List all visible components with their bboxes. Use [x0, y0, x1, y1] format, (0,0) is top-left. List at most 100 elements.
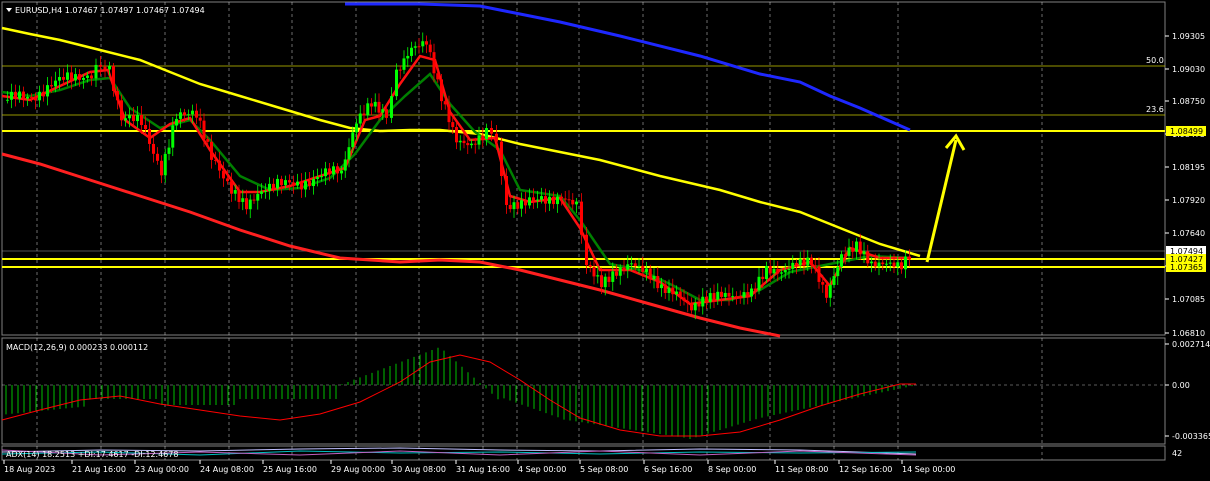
candlestick [413, 41, 417, 56]
candle-body [191, 110, 194, 115]
candle-body [116, 90, 119, 101]
candlestick [148, 120, 151, 152]
time-tick-label: 29 Aug 00:00 [331, 465, 385, 474]
moving-averages [1, 2, 921, 338]
candle-body [320, 176, 323, 178]
chart-window[interactable]: EURUSD,H4 1.07467 1.07497 1.07467 1.0749… [0, 0, 1210, 481]
candlestick [280, 175, 283, 194]
candle-body [567, 199, 571, 201]
candle-body [108, 66, 111, 70]
candle-body [798, 258, 802, 266]
price-tick-label: 1.07920 [1172, 196, 1205, 205]
candlestick [312, 170, 315, 195]
candle-body [451, 122, 455, 128]
candlestick [175, 113, 178, 131]
candle-body [641, 265, 645, 272]
candlestick [520, 192, 523, 217]
candle-body [667, 287, 671, 293]
candle-body [652, 276, 656, 280]
candle-body [54, 80, 57, 87]
candle-body [308, 180, 311, 187]
candle-body [900, 262, 903, 270]
candle-body [230, 181, 233, 194]
candle-body [112, 66, 115, 91]
candle-body [477, 135, 481, 145]
dropdown-icon[interactable] [6, 8, 12, 12]
candlestick [252, 193, 256, 204]
candlestick [245, 189, 248, 215]
candlestick [508, 195, 512, 213]
candle-body [18, 91, 21, 99]
candle-body [532, 197, 535, 201]
candle-body [351, 132, 355, 148]
candle-body [152, 143, 155, 154]
adx-tick-label: 42 [1172, 449, 1182, 458]
time-tick-label: 25 Aug 16:00 [263, 465, 317, 474]
price-tick-label: 1.07085 [1172, 295, 1205, 304]
candlestick [366, 97, 370, 120]
candle-body [34, 97, 37, 101]
candle-body [120, 100, 123, 121]
candle-body [90, 75, 93, 79]
candle-body [481, 135, 485, 140]
candlestick [152, 136, 155, 163]
candle-body [252, 199, 256, 201]
candle-body [742, 292, 746, 298]
candlestick [637, 258, 641, 274]
candle-body [866, 251, 870, 264]
candlestick [18, 85, 21, 103]
candlestick [592, 260, 596, 285]
candlestick [398, 65, 402, 79]
candle-body [678, 291, 682, 298]
candle-body [300, 181, 303, 190]
candlestick [292, 175, 295, 194]
candle-body [585, 234, 588, 266]
candle-body [417, 46, 421, 48]
candlestick [825, 281, 828, 303]
candlestick [358, 105, 362, 128]
candle-body [443, 101, 447, 105]
candle-body [46, 85, 49, 97]
candlestick [810, 254, 813, 274]
candlestick [99, 55, 102, 76]
candle-body [731, 296, 735, 298]
candle-body [458, 140, 462, 143]
candle-body [615, 271, 618, 276]
candle-body [855, 241, 858, 252]
candle-body [260, 191, 263, 194]
macd-tick-label: -0.003365 [1172, 432, 1210, 441]
candle-body [528, 197, 531, 206]
candle-body [505, 176, 508, 205]
candle-body [284, 180, 287, 186]
candlestick [46, 77, 49, 106]
candlestick [571, 193, 575, 210]
candlestick [417, 37, 421, 54]
candle-body [645, 268, 648, 272]
candle-body [373, 101, 377, 107]
candle-body [218, 160, 221, 171]
candle-body [607, 276, 611, 282]
forecast-arrow[interactable] [925, 133, 966, 263]
candle-body [600, 275, 603, 288]
candle-body [358, 113, 362, 124]
macd-axis: 0.002714 0.00 -0.003365 42 [1165, 340, 1210, 458]
candlestick [575, 197, 578, 214]
candlestick [607, 269, 611, 288]
candlestick [705, 291, 708, 309]
candle-body [862, 251, 866, 255]
candle-body [693, 302, 697, 311]
candlestick [300, 173, 303, 198]
candle-body [6, 99, 9, 101]
candle-body [787, 268, 791, 270]
candlestick [218, 151, 221, 179]
price-badge-label: 1.08499 [1170, 127, 1203, 136]
candle-body [720, 291, 723, 297]
candle-body [328, 168, 331, 175]
candle-body [757, 276, 761, 291]
price-axis: 1.093051.090301.087501.084751.081951.079… [1165, 32, 1206, 338]
candle-body [500, 141, 503, 177]
candlestick [440, 73, 443, 110]
candle-body [272, 183, 275, 189]
candle-body [877, 262, 881, 267]
candle-body [276, 178, 279, 189]
